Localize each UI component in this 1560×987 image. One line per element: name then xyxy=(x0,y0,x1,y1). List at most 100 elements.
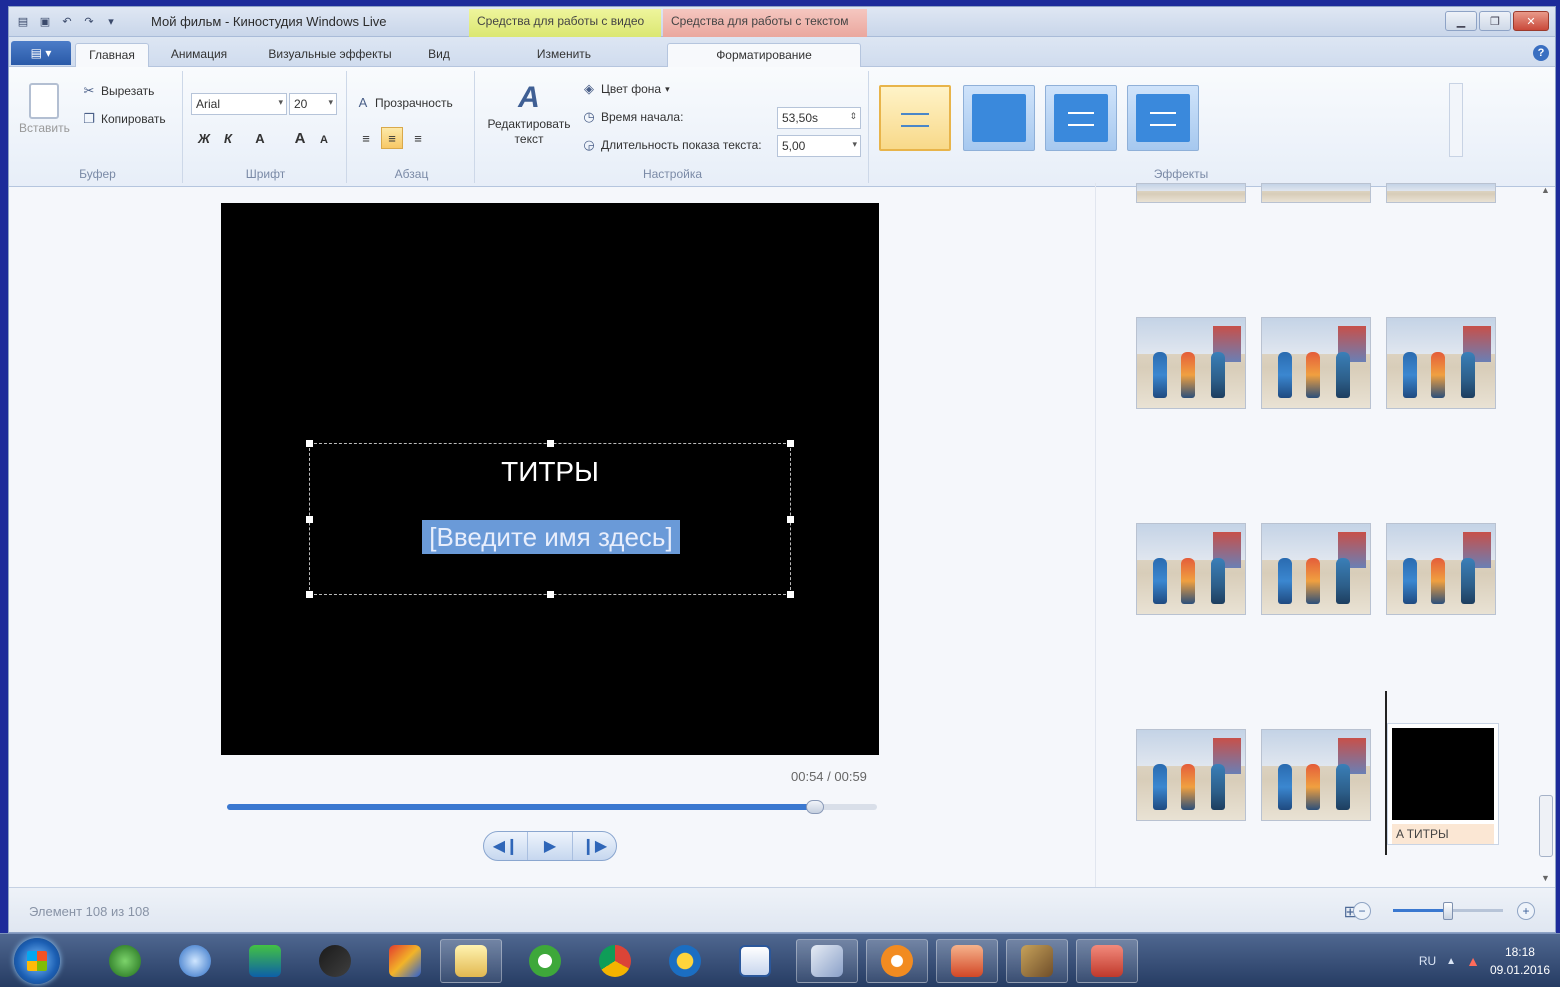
help-icon[interactable]: ? xyxy=(1533,45,1549,61)
customize-toolbar-icon[interactable]: ▾ xyxy=(103,13,119,29)
transparency-button[interactable]: A Прозрачность xyxy=(355,95,453,110)
clip-thumbnail[interactable] xyxy=(1386,523,1496,615)
resize-handle[interactable] xyxy=(787,440,794,447)
next-frame-button[interactable]: ❙▶ xyxy=(573,832,616,860)
clip-thumbnail[interactable] xyxy=(1136,317,1246,409)
scroll-down-icon[interactable]: ▼ xyxy=(1541,873,1550,883)
taskbar-app-colorful-icon[interactable] xyxy=(374,939,436,983)
taskbar-powerpoint-icon[interactable] xyxy=(936,939,998,983)
close-button[interactable]: ✕ xyxy=(1513,11,1549,31)
tab-animation[interactable]: Анимация xyxy=(159,43,239,67)
scrollbar-thumb[interactable] xyxy=(1539,795,1553,857)
taskbar-app-game-icon[interactable] xyxy=(234,939,296,983)
tab-visual-effects[interactable]: Визуальные эффекты xyxy=(255,43,405,67)
start-time-input[interactable]: 53,50s ⇕ xyxy=(777,107,861,129)
duration-select[interactable]: 5,00 ▾ xyxy=(777,135,861,157)
cut-button[interactable]: ✂ Вырезать xyxy=(81,83,155,99)
undo-icon[interactable]: ↶ xyxy=(59,13,75,29)
title-text-box[interactable]: ТИТРЫ [Введите имя здесь] xyxy=(306,440,794,598)
title-bar: ▤ ▣ ↶ ↷ ▾ Мой фильм - Киностудия Windows… xyxy=(9,7,1555,37)
resize-handle[interactable] xyxy=(787,591,794,598)
grow-font-button[interactable]: A xyxy=(289,127,311,149)
scroll-up-icon[interactable]: ▲ xyxy=(1541,185,1550,195)
taskbar-app-blue-icon[interactable] xyxy=(164,939,226,983)
taskbar-movie-maker-icon[interactable] xyxy=(1006,939,1068,983)
show-hidden-icons-icon[interactable]: ▲ xyxy=(1446,956,1456,967)
spinner-icon[interactable]: ⇕ xyxy=(849,111,857,122)
save-icon[interactable]: ▣ xyxy=(37,13,53,29)
storyboard-scrollbar[interactable]: ▲ ▼ xyxy=(1537,183,1555,887)
bold-button[interactable]: Ж xyxy=(193,127,215,149)
taskbar-app-dark-icon[interactable] xyxy=(304,939,366,983)
resize-handle[interactable] xyxy=(787,516,794,523)
title-clip-thumbnail[interactable]: A ТИТРЫ xyxy=(1387,723,1499,845)
zoom-in-icon[interactable]: + xyxy=(1517,902,1535,920)
app-menu-button[interactable]: ▤ ▾ xyxy=(11,41,71,65)
start-button[interactable] xyxy=(14,938,60,984)
taskbar-word-icon[interactable] xyxy=(724,939,786,983)
clip-thumbnail[interactable] xyxy=(1136,523,1246,615)
clip-thumbnail[interactable] xyxy=(1136,729,1246,821)
title-text[interactable]: ТИТРЫ xyxy=(310,456,790,488)
clip-thumbnail[interactable] xyxy=(1136,183,1246,203)
align-center-button[interactable]: ≡ xyxy=(381,127,403,149)
maximize-button[interactable]: ❐ xyxy=(1479,11,1511,31)
clip-thumbnail[interactable] xyxy=(1386,317,1496,409)
resize-handle[interactable] xyxy=(306,440,313,447)
taskbar-app-red-icon[interactable] xyxy=(1076,939,1138,983)
tab-view[interactable]: Вид xyxy=(419,43,459,67)
resize-handle[interactable] xyxy=(547,440,554,447)
copy-button[interactable]: ❐ Копировать xyxy=(81,111,165,127)
tab-edit[interactable]: Изменить xyxy=(509,43,619,67)
clip-thumbnail[interactable] xyxy=(1261,729,1371,821)
font-color-button[interactable]: A xyxy=(249,127,271,149)
clip-thumbnail[interactable] xyxy=(1386,183,1496,203)
font-size-select[interactable]: 20 ▾ xyxy=(289,93,337,115)
copy-icon: ❐ xyxy=(83,111,95,126)
seek-bar[interactable] xyxy=(227,800,877,814)
network-icon[interactable]: ▲ xyxy=(1466,953,1480,969)
subtitle-placeholder-text[interactable]: [Введите имя здесь] xyxy=(422,520,680,554)
zoom-slider-thumb[interactable] xyxy=(1443,902,1453,920)
effect-zoom-out[interactable] xyxy=(1127,85,1199,151)
taskbar-media-player-icon[interactable] xyxy=(866,939,928,983)
align-left-button[interactable]: ≡ xyxy=(355,127,377,149)
taskbar-mail-icon[interactable] xyxy=(654,939,716,983)
taskbar-explorer-icon[interactable] xyxy=(440,939,502,983)
seek-thumb[interactable] xyxy=(806,800,825,814)
clip-thumbnail[interactable] xyxy=(1261,317,1371,409)
tab-home[interactable]: Главная xyxy=(75,43,149,67)
taskbar-app-green-icon[interactable] xyxy=(94,939,156,983)
taskbar-paint-icon[interactable] xyxy=(796,939,858,983)
taskbar-utorrent-icon[interactable] xyxy=(514,939,576,983)
previous-frame-button[interactable]: ◀❙ xyxy=(484,832,529,860)
zoom-slider[interactable] xyxy=(1393,902,1503,920)
tab-format[interactable]: Форматирование xyxy=(667,43,861,67)
clock[interactable]: 18:18 09.01.2016 xyxy=(1490,943,1550,979)
clip-thumbnail[interactable] xyxy=(1261,523,1371,615)
effect-cinematic[interactable] xyxy=(963,85,1035,151)
edit-text-button[interactable]: A Редактировать текст xyxy=(483,81,575,147)
minimize-button[interactable]: ▁ xyxy=(1445,11,1477,31)
effects-gallery-scroll[interactable] xyxy=(1449,83,1463,157)
resize-handle[interactable] xyxy=(547,591,554,598)
app-menu-icon[interactable]: ▤ xyxy=(15,13,31,29)
language-indicator[interactable]: RU xyxy=(1419,954,1436,968)
effect-zoom-in[interactable] xyxy=(1045,85,1117,151)
background-color-button[interactable]: ◈ Цвет фона ▾ xyxy=(581,81,670,97)
italic-button[interactable]: К xyxy=(217,127,239,149)
align-right-button[interactable]: ≡ xyxy=(407,127,429,149)
effect-none[interactable] xyxy=(879,85,951,151)
resize-handle[interactable] xyxy=(306,516,313,523)
shrink-font-button[interactable]: A xyxy=(313,129,335,151)
zoom-out-icon[interactable]: − xyxy=(1353,902,1371,920)
paste-button[interactable]: Вставить xyxy=(19,83,70,135)
play-button[interactable]: ▶ xyxy=(528,832,573,860)
clip-thumbnail[interactable] xyxy=(1261,183,1371,203)
clipboard-icon xyxy=(29,83,60,119)
redo-icon[interactable]: ↷ xyxy=(81,13,97,29)
font-family-select[interactable]: Arial ▾ xyxy=(191,93,287,115)
video-preview[interactable]: ТИТРЫ [Введите имя здесь] xyxy=(221,203,879,755)
taskbar-chrome-icon[interactable] xyxy=(584,939,646,983)
resize-handle[interactable] xyxy=(306,591,313,598)
